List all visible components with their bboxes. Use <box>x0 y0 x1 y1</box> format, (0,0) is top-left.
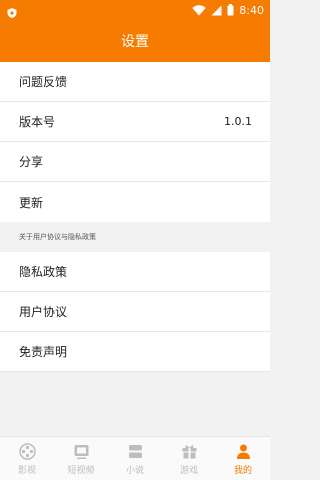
tab-mine[interactable]: 我的 <box>216 437 270 480</box>
user-icon <box>234 442 252 460</box>
wifi-icon <box>192 1 206 20</box>
status-bar: 8:40 <box>0 0 270 20</box>
tab-novels[interactable]: 小说 <box>108 437 162 480</box>
status-time: 8:40 <box>239 3 264 17</box>
tab-label: 影视 <box>17 466 36 476</box>
row-label: 版本号 <box>19 115 56 129</box>
page-title: 设置 <box>121 34 149 50</box>
section-header: 关于用户协议与隐私政策 <box>0 222 270 252</box>
user-agreement-row[interactable]: 用户协议 <box>0 292 270 332</box>
row-label: 更新 <box>19 195 44 210</box>
tab-label: 小说 <box>125 466 144 476</box>
tab-short-video[interactable]: 短视频 <box>54 437 108 480</box>
bottom-tab-bar: 影视 短视频 小说 游戏 我的 <box>0 436 270 480</box>
app-header: 设置 <box>0 20 270 62</box>
settings-list: 问题反馈 版本号 1.0.1 分享 更新 关于用户协议与隐私政策 隐私政策 用户… <box>0 62 270 372</box>
tab-movies[interactable]: 影视 <box>0 437 54 480</box>
row-label: 问题反馈 <box>19 75 68 89</box>
update-row[interactable]: 更新 <box>0 182 270 222</box>
share-row[interactable]: 分享 <box>0 142 270 182</box>
row-label: 用户协议 <box>19 305 68 319</box>
feedback-row[interactable]: 问题反馈 <box>0 62 270 102</box>
row-label: 隐私政策 <box>19 265 68 279</box>
section-title: 关于用户协议与隐私政策 <box>19 233 96 241</box>
tab-label: 短视频 <box>67 466 95 476</box>
disclaimer-row[interactable]: 免责声明 <box>0 332 270 372</box>
film-reel-icon <box>18 442 36 460</box>
privacy-policy-row[interactable]: 隐私政策 <box>0 252 270 292</box>
tab-games[interactable]: 游戏 <box>162 437 216 480</box>
row-label: 分享 <box>19 155 44 169</box>
gift-box-icon <box>180 442 198 460</box>
book-icon <box>126 442 144 460</box>
cellular-signal-icon <box>211 1 222 20</box>
row-label: 免责声明 <box>19 345 68 359</box>
version-row[interactable]: 版本号 1.0.1 <box>0 102 270 142</box>
battery-icon <box>227 1 234 20</box>
app-shield-icon <box>6 4 18 18</box>
version-value: 1.0.1 <box>224 115 252 128</box>
tab-label: 我的 <box>233 466 252 476</box>
tab-label: 游戏 <box>179 466 198 476</box>
video-screen-icon <box>72 442 90 460</box>
